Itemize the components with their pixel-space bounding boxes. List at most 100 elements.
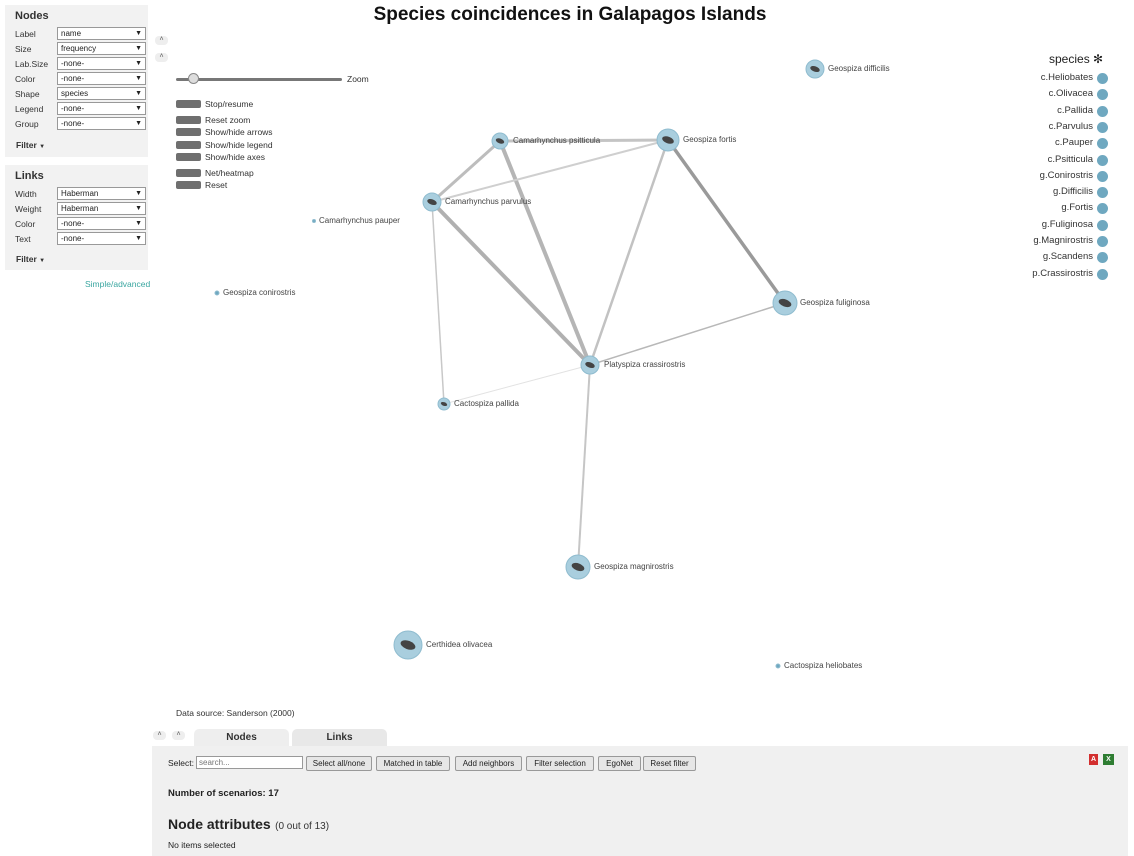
collapse-toggle-icon[interactable]: ˄ bbox=[155, 36, 168, 45]
bird-icon bbox=[1097, 219, 1108, 231]
weight-select[interactable]: Haberman ▼ bbox=[57, 202, 146, 215]
node-label[interactable]: Cactospiza heliobates bbox=[784, 661, 862, 670]
matched-in-table-button[interactable]: Matched in table bbox=[376, 756, 450, 771]
graph-node[interactable] bbox=[422, 192, 442, 212]
graph-node[interactable] bbox=[491, 132, 509, 150]
bird-icon bbox=[1097, 154, 1108, 166]
asterisk-icon[interactable]: ✻ bbox=[1093, 52, 1103, 66]
node-label[interactable]: Geospiza fuliginosa bbox=[800, 298, 870, 307]
collapse-toggle-icon[interactable]: ˄ bbox=[172, 731, 185, 740]
scenarios-count: Number of scenarios: 17 bbox=[168, 788, 279, 799]
reset-filter-button[interactable]: Reset filter bbox=[643, 756, 696, 771]
graph-node[interactable] bbox=[565, 554, 591, 580]
caret-down-icon: ▼ bbox=[39, 144, 46, 150]
legend-item-label[interactable]: g.Scandens bbox=[1043, 251, 1093, 262]
node-label[interactable]: Geospiza fortis bbox=[683, 135, 736, 144]
width-select[interactable]: Haberman ▼ bbox=[57, 187, 146, 200]
node-label[interactable]: Camarhynchus pauper bbox=[319, 216, 400, 225]
graph-link[interactable] bbox=[498, 140, 592, 366]
filter-selection-button[interactable]: Filter selection bbox=[526, 756, 594, 771]
shape-select[interactable]: species ▼ bbox=[57, 87, 146, 100]
color-select[interactable]: -none- ▼ bbox=[57, 72, 146, 85]
graph-link[interactable] bbox=[430, 200, 592, 367]
zoom-slider[interactable] bbox=[176, 73, 342, 85]
bird-icon bbox=[440, 401, 448, 407]
legend-item-label[interactable]: g.Fuliginosa bbox=[1042, 219, 1093, 230]
legend-item-label[interactable]: c.Psitticula bbox=[1048, 154, 1093, 165]
zoom-label: Zoom bbox=[347, 74, 369, 84]
node-label[interactable]: Geospiza conirostris bbox=[223, 288, 295, 297]
legend-select[interactable]: -none- ▼ bbox=[57, 102, 146, 115]
legend-item-label[interactable]: p.Crassirostris bbox=[1032, 268, 1093, 279]
select-all-none-button[interactable]: Select all/none bbox=[306, 756, 372, 771]
link-text-select[interactable]: -none- ▼ bbox=[57, 232, 146, 245]
add-neighbors-button[interactable]: Add neighbors bbox=[455, 756, 522, 771]
nodes-panel-title: Nodes bbox=[15, 10, 49, 22]
labsize-select[interactable]: -none- ▼ bbox=[57, 57, 146, 70]
graph-node[interactable] bbox=[312, 219, 316, 223]
dropdown-arrow-icon: ▼ bbox=[135, 190, 142, 197]
label-select[interactable]: name ▼ bbox=[57, 27, 146, 40]
graph-link[interactable] bbox=[577, 364, 591, 568]
legend-item-label[interactable]: c.Heliobates bbox=[1041, 72, 1093, 83]
collapse-toggle-icon[interactable]: ˄ bbox=[155, 53, 168, 62]
graph-node[interactable] bbox=[656, 128, 680, 152]
row-label: Color bbox=[15, 74, 36, 84]
button-label: Reset zoom bbox=[205, 115, 251, 125]
legend-item-label[interactable]: g.Magnirostris bbox=[1033, 235, 1093, 246]
graph-link[interactable] bbox=[431, 201, 445, 405]
search-input[interactable] bbox=[196, 756, 303, 769]
graph-node[interactable] bbox=[805, 59, 825, 79]
node-label[interactable]: Camarhynchus psitticula bbox=[513, 136, 600, 145]
graph-link[interactable] bbox=[589, 302, 786, 366]
graph-node[interactable] bbox=[393, 630, 423, 660]
pdf-export-icon[interactable]: A bbox=[1089, 754, 1098, 765]
button-swatch bbox=[176, 141, 201, 149]
no-items-text: No items selected bbox=[168, 840, 236, 850]
legend-item-label[interactable]: c.Pauper bbox=[1055, 137, 1093, 148]
simple-advanced-link[interactable]: Simple/advanced bbox=[85, 279, 150, 289]
graph-node[interactable] bbox=[580, 355, 600, 375]
egonet-button[interactable]: EgoNet bbox=[598, 756, 641, 771]
graph-node[interactable] bbox=[772, 290, 798, 316]
excel-export-icon[interactable]: X bbox=[1103, 754, 1114, 765]
group-select[interactable]: -none- ▼ bbox=[57, 117, 146, 130]
node-label[interactable]: Cactospiza pallida bbox=[454, 399, 519, 408]
row-label: Group bbox=[15, 119, 39, 129]
legend-item-label[interactable]: c.Pallida bbox=[1057, 105, 1093, 116]
legend-item-label[interactable]: c.Olivacea bbox=[1049, 88, 1093, 99]
node-label[interactable]: Geospiza difficilis bbox=[828, 64, 890, 73]
node-label[interactable]: Geospiza magnirostris bbox=[594, 562, 674, 571]
button-swatch bbox=[176, 169, 201, 177]
tab-links[interactable]: Links bbox=[292, 729, 387, 746]
dropdown-arrow-icon: ▼ bbox=[135, 105, 142, 112]
graph-node[interactable] bbox=[775, 663, 781, 669]
tab-nodes[interactable]: Nodes bbox=[194, 729, 289, 746]
zoom-thumb[interactable] bbox=[187, 73, 199, 84]
legend-item-label[interactable]: c.Parvulus bbox=[1049, 121, 1093, 132]
graph-link[interactable] bbox=[588, 139, 670, 366]
graph-node[interactable] bbox=[437, 397, 451, 411]
bird-icon bbox=[810, 65, 820, 73]
graph-link[interactable] bbox=[431, 139, 669, 203]
graph-link[interactable] bbox=[666, 138, 787, 305]
node-attributes-count: (0 out of 13) bbox=[275, 821, 330, 832]
row-label: Label bbox=[15, 29, 36, 39]
collapse-toggle-icon[interactable]: ˄ bbox=[153, 731, 166, 740]
legend-item-label[interactable]: g.Conirostris bbox=[1040, 170, 1093, 181]
row-label: Legend bbox=[15, 104, 44, 114]
nodes-filter-toggle[interactable]: Filter ▼ bbox=[16, 140, 45, 150]
node-label[interactable]: Certhidea olivacea bbox=[426, 640, 492, 649]
node-label[interactable]: Platyspiza crassirostris bbox=[604, 360, 685, 369]
legend-item-label[interactable]: g.Difficilis bbox=[1053, 186, 1093, 197]
size-select[interactable]: frequency ▼ bbox=[57, 42, 146, 55]
legend-item-label[interactable]: g.Fortis bbox=[1061, 202, 1093, 213]
links-filter-toggle[interactable]: Filter ▼ bbox=[16, 254, 45, 264]
node-label[interactable]: Camarhynchus parvulus bbox=[445, 197, 531, 206]
graph-node[interactable] bbox=[214, 290, 220, 296]
node-attributes-heading: Node attributes (0 out of 13) bbox=[168, 816, 329, 834]
link-color-select[interactable]: -none- ▼ bbox=[57, 217, 146, 230]
graph-link[interactable] bbox=[430, 139, 502, 204]
node-attributes-title: Node attributes bbox=[168, 816, 271, 832]
row-label: Shape bbox=[15, 89, 40, 99]
